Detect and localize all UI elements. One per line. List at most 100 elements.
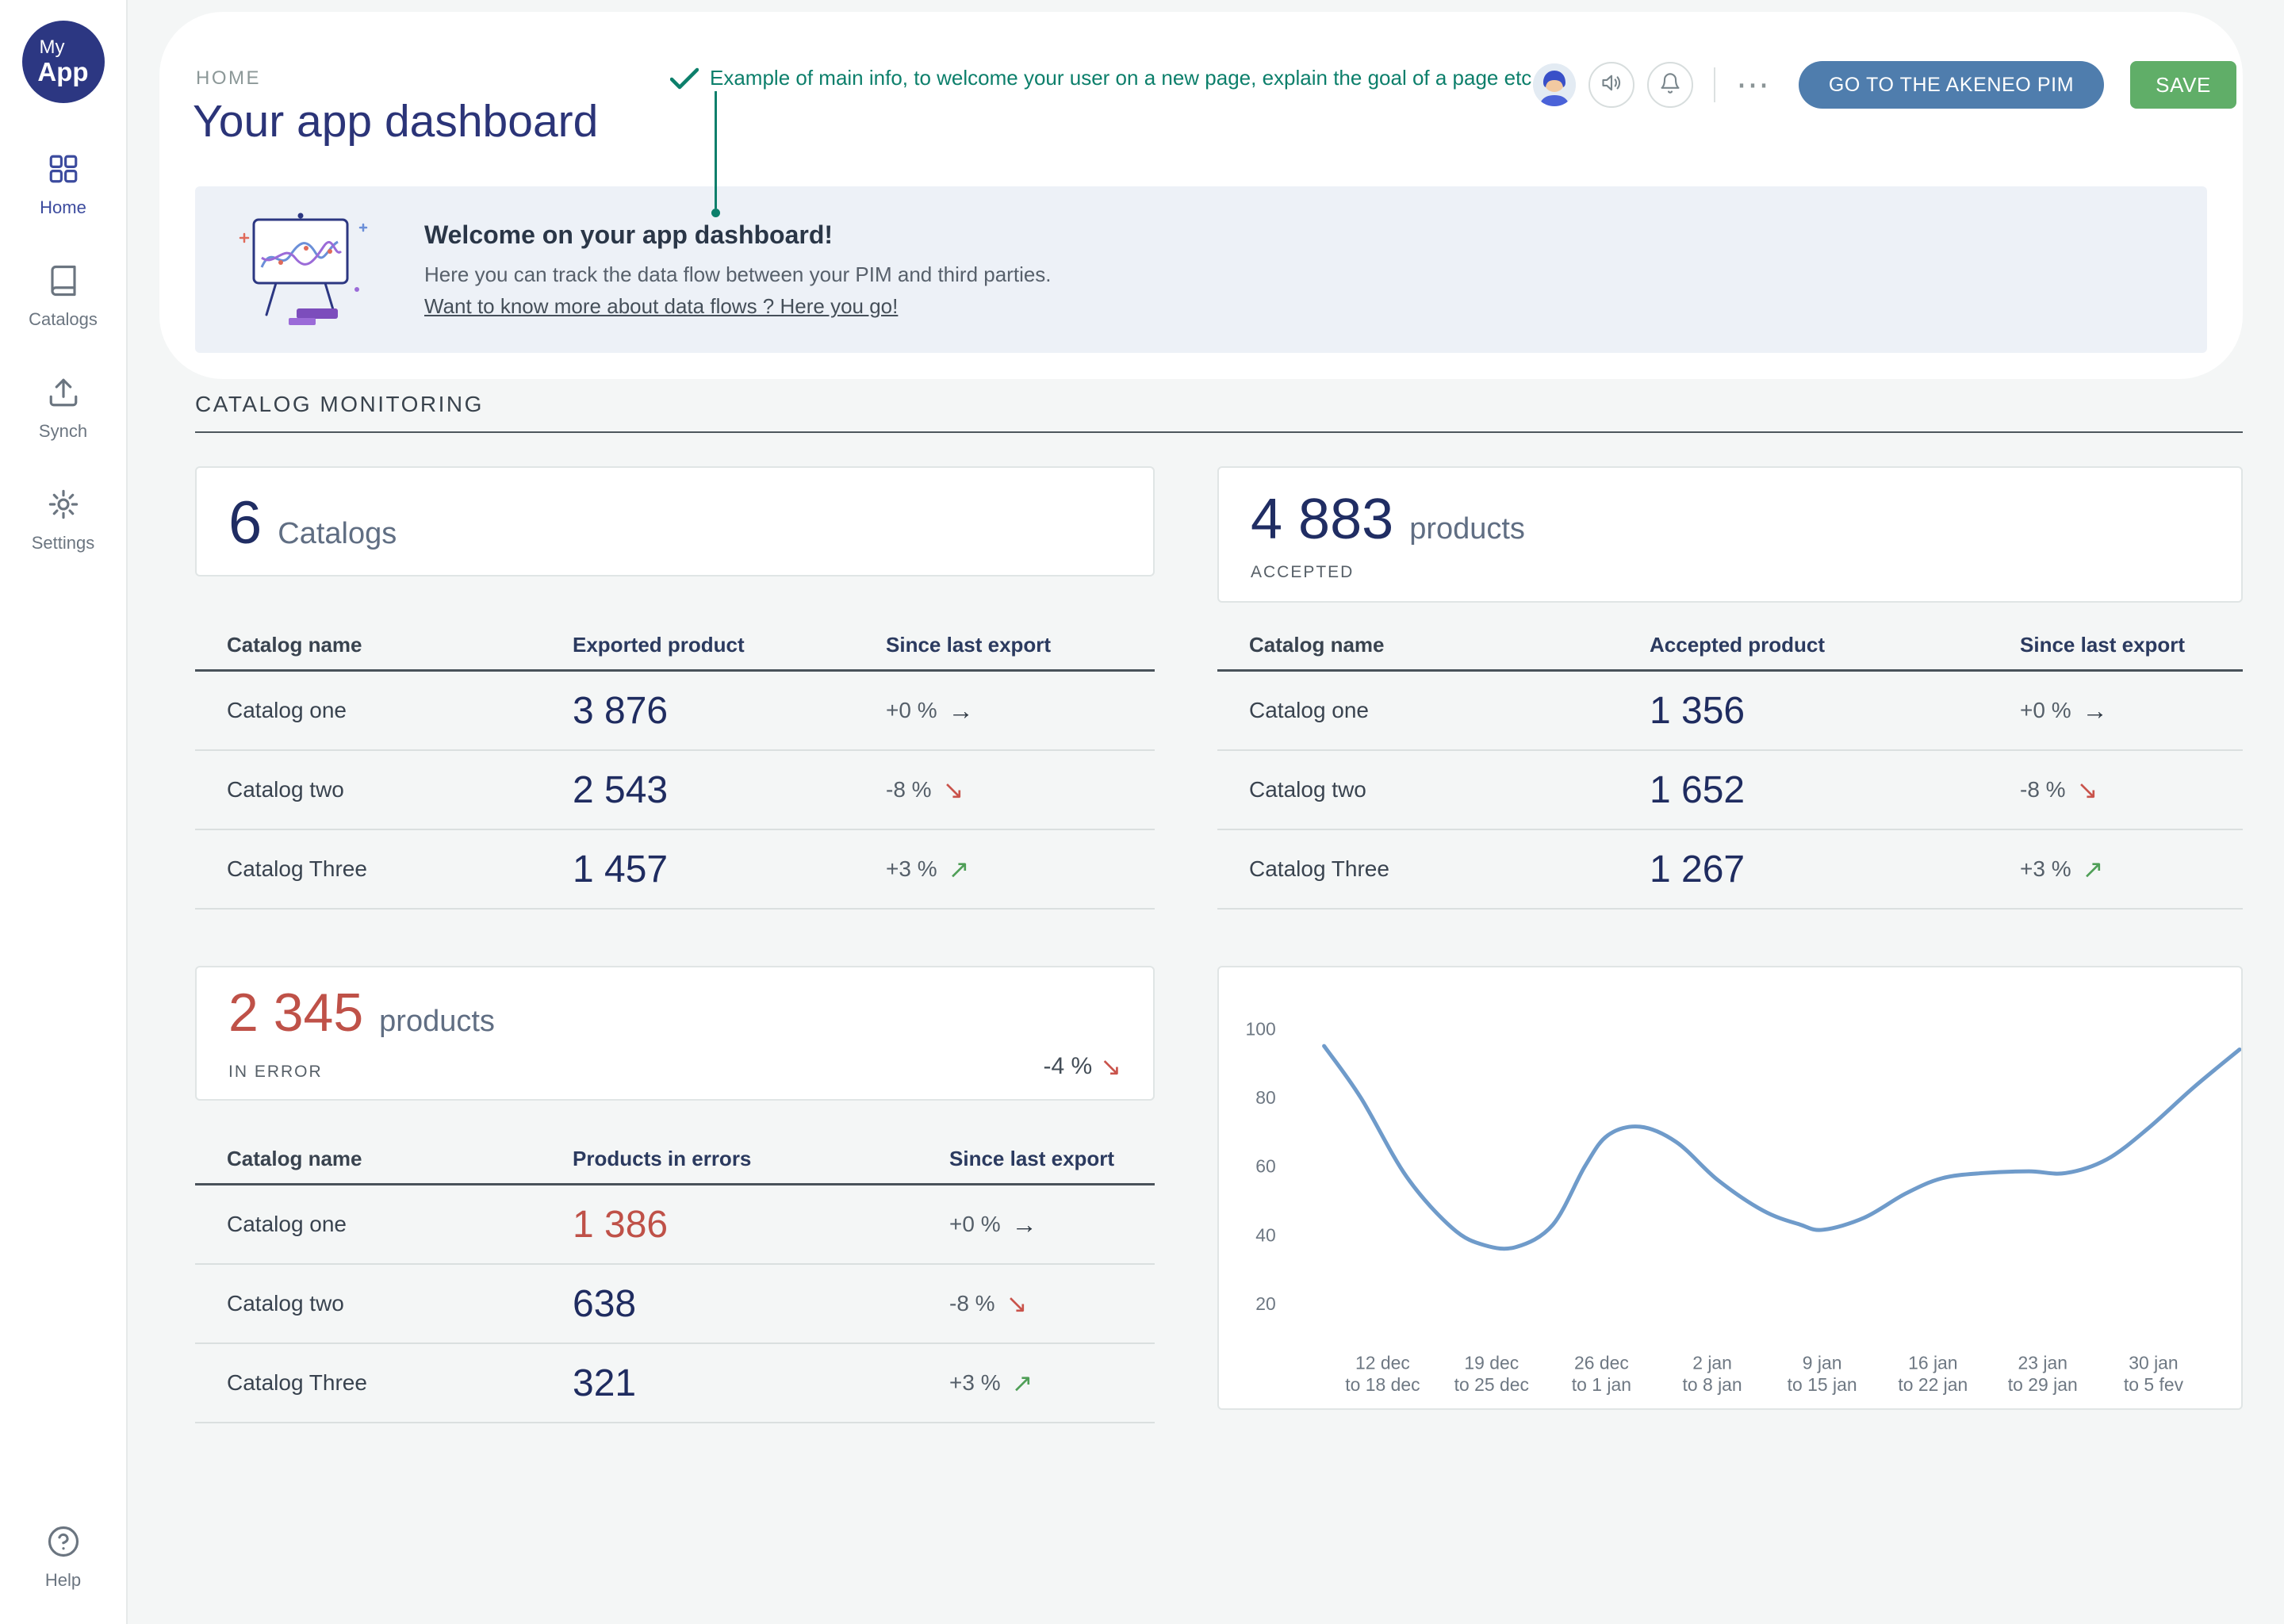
table-row: Catalog Three 1 267 +3 % ↗	[1217, 830, 2243, 910]
trend-arrow-icon: →	[2083, 696, 2108, 726]
table-header-row: Catalog name Exported product Since last…	[195, 621, 1155, 672]
svg-text:30 janto 5 fev: 30 janto 5 fev	[2124, 1352, 2184, 1395]
sidebar-item-settings[interactable]: Settings	[0, 488, 126, 553]
catalog-delta-cell: -8 % ↘	[886, 775, 1155, 805]
actions-divider	[1714, 67, 1715, 102]
sidebar-nav: Home Catalogs Synch Settings	[0, 152, 126, 553]
sidebar-item-help[interactable]: Help	[0, 1525, 126, 1591]
catalog-name-cell: Catalog two	[195, 1291, 573, 1316]
help-circle-icon	[47, 1525, 80, 1562]
catalog-name-cell: Catalog one	[195, 698, 573, 723]
svg-text:2 janto 8 jan: 2 janto 8 jan	[1682, 1352, 1742, 1395]
breadcrumb[interactable]: HOME	[196, 67, 261, 90]
more-options-icon[interactable]: ⋯	[1736, 73, 1772, 97]
save-button[interactable]: SAVE	[2130, 61, 2236, 109]
catalog-delta-cell: +3 % ↗	[949, 1368, 1155, 1398]
svg-text:9 janto 15 jan: 9 janto 15 jan	[1788, 1352, 1857, 1395]
sidebar-item-home[interactable]: Home	[0, 152, 126, 218]
delta-text: +0 %	[949, 1212, 1001, 1237]
content-area: CATALOG MONITORING 6 Catalogs Catalog na…	[128, 379, 2284, 1423]
table-row: Catalog one 1 356 +0 % →	[1217, 672, 2243, 751]
error-products-sublabel: IN ERROR	[228, 1063, 323, 1082]
sidebar-item-label: Settings	[32, 533, 95, 553]
table-header-row: Catalog name Accepted product Since last…	[1217, 621, 2243, 672]
catalog-delta-cell: +0 % →	[2020, 696, 2243, 726]
accepted-products-table: Catalog name Accepted product Since last…	[1217, 621, 2243, 910]
check-icon	[670, 67, 699, 90]
gear-icon	[47, 488, 80, 525]
annotation-text: Example of main info, to welcome your us…	[710, 64, 1538, 91]
catalogs-count: 6	[228, 468, 262, 578]
column-header: Accepted product	[1650, 633, 2020, 657]
avatar-illustration	[1533, 63, 1576, 106]
data-flows-link[interactable]: Want to know more about data flows ? Her…	[424, 294, 898, 319]
page-title: Your app dashboard	[193, 95, 598, 147]
catalog-name-cell: Catalog one	[195, 1212, 573, 1237]
table-row: Catalog two 2 543 -8 % ↘	[195, 751, 1155, 830]
catalog-name-cell: Catalog Three	[1217, 856, 1650, 882]
accepted-products-sublabel: ACCEPTED	[1251, 563, 2209, 582]
table-row: Catalog two 638 -8 % ↘	[195, 1265, 1155, 1344]
catalog-delta-cell: +3 % ↗	[886, 854, 1155, 884]
sidebar-item-label: Home	[40, 197, 86, 218]
catalog-delta-cell: -8 % ↘	[2020, 775, 2243, 805]
catalog-value-cell: 1 652	[1650, 768, 2020, 812]
error-products-count: 2 345	[228, 982, 363, 1044]
svg-text:16 janto 22 jan: 16 janto 22 jan	[1898, 1352, 1968, 1395]
sidebar-item-catalogs[interactable]: Catalogs	[0, 264, 126, 330]
dashboard-grid: 6 Catalogs Catalog name Exported product…	[195, 466, 2243, 1423]
go-to-pim-button[interactable]: GO TO THE AKENEO PIM	[1799, 61, 2104, 109]
svg-text:19 decto 25 dec: 19 decto 25 dec	[1454, 1352, 1529, 1395]
header-card: HOME Your app dashboard Example of main …	[159, 12, 2243, 379]
svg-text:12 decto 18 dec: 12 decto 18 dec	[1345, 1352, 1420, 1395]
trend-arrow-icon: ↘	[1006, 1289, 1028, 1319]
table-row: Catalog two 1 652 -8 % ↘	[1217, 751, 2243, 830]
catalog-value-cell: 1 386	[573, 1203, 949, 1247]
column-header: Since last export	[2020, 633, 2243, 657]
svg-text:23 janto 29 jan: 23 janto 29 jan	[2008, 1352, 2078, 1395]
upload-sync-icon	[47, 376, 80, 413]
error-products-label: products	[379, 1005, 495, 1039]
delta-text: -8 %	[949, 1291, 995, 1316]
error-products-delta: -4 % ↘	[1044, 1051, 1122, 1082]
table-row: Catalog one 1 386 +0 % →	[195, 1185, 1155, 1265]
home-grid-icon	[47, 152, 80, 190]
announcements-button[interactable]	[1588, 62, 1634, 108]
accepted-products-card: 4 883 products ACCEPTED	[1217, 466, 2243, 603]
svg-text:20: 20	[1255, 1293, 1276, 1314]
header-actions: ⋯ GO TO THE AKENEO PIM SAVE	[1533, 61, 2236, 109]
catalog-value-cell: 2 543	[573, 768, 886, 812]
delta-text: -8 %	[2020, 777, 2066, 802]
avatar[interactable]	[1533, 63, 1576, 106]
column-header: Since last export	[949, 1147, 1155, 1171]
table-header-row: Catalog name Products in errors Since la…	[195, 1135, 1155, 1185]
catalog-name-cell: Catalog two	[1217, 777, 1650, 802]
catalog-value-cell: 638	[573, 1282, 949, 1326]
sidebar-item-label: Catalogs	[29, 309, 98, 330]
sidebar-item-label: Help	[45, 1570, 81, 1591]
delta-text: +3 %	[2020, 856, 2071, 882]
welcome-banner: Welcome on your app dashboard! Here you …	[195, 186, 2207, 353]
trend-arrow-icon: ↘	[2077, 775, 2098, 805]
notifications-button[interactable]	[1647, 62, 1693, 108]
svg-text:60: 60	[1255, 1156, 1276, 1177]
sidebar-item-label: Synch	[39, 421, 87, 442]
svg-text:26 decto 1 jan: 26 decto 1 jan	[1572, 1352, 1631, 1395]
welcome-body: Here you can track the data flow between…	[424, 262, 1052, 287]
sidebar-item-synch[interactable]: Synch	[0, 376, 126, 442]
delta-text: +3 %	[949, 1370, 1001, 1396]
catalog-delta-cell: +0 % →	[949, 1210, 1155, 1239]
delta-text: +0 %	[886, 698, 937, 723]
catalog-name-cell: Catalog one	[1217, 698, 1650, 723]
column-header: Products in errors	[573, 1147, 949, 1171]
catalogs-count-card: 6 Catalogs	[195, 466, 1155, 576]
trend-arrow-icon: ↗	[2083, 854, 2104, 884]
table-row: Catalog Three 321 +3 % ↗	[195, 1344, 1155, 1423]
column-header: Exported product	[573, 633, 886, 657]
products-in-errors-table: Catalog name Products in errors Since la…	[195, 1135, 1155, 1423]
page-annotation: Example of main info, to welcome your us…	[670, 64, 1574, 91]
sidebar: My App Home Catalogs Synch	[0, 0, 128, 1624]
left-column: 6 Catalogs Catalog name Exported product…	[195, 466, 1155, 1423]
welcome-text-block: Welcome on your app dashboard! Here you …	[424, 220, 1052, 319]
catalog-value-cell: 1 267	[1650, 848, 2020, 891]
